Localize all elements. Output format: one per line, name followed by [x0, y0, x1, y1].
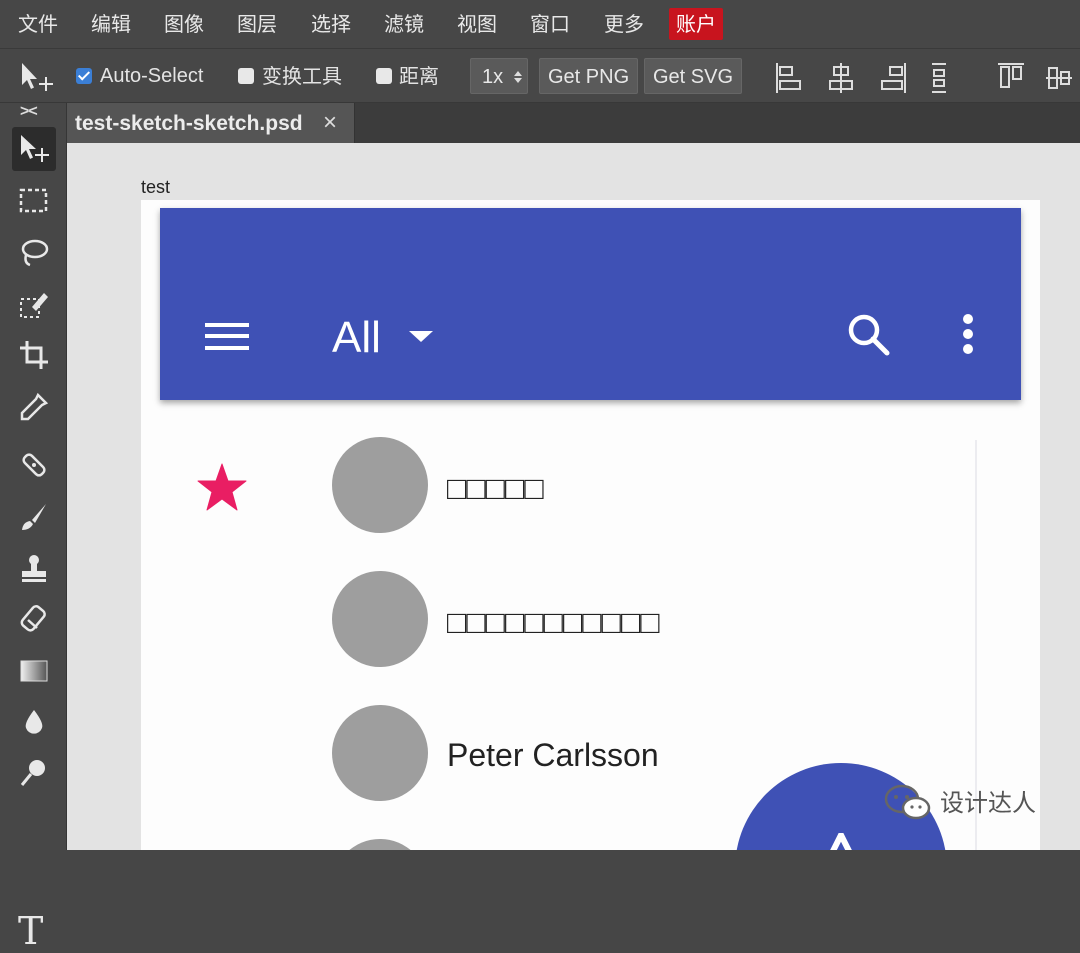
move-icon [21, 135, 49, 162]
distance-label: 距离 [399, 64, 439, 88]
distribute-vertical-icon[interactable] [924, 61, 954, 95]
add-icon [830, 833, 852, 850]
menu-filter[interactable]: 滤镜 [377, 8, 431, 40]
scale-value: 1x [482, 66, 504, 88]
dodge-tool[interactable] [12, 751, 56, 795]
move-tool-options-icon[interactable] [16, 59, 56, 93]
search-icon[interactable] [846, 312, 892, 358]
document-tab-label: test-sketch-sketch.psd [75, 112, 303, 135]
artboard-label: test [141, 177, 171, 197]
lasso-tool[interactable] [12, 231, 56, 275]
menu-image[interactable]: 图像 [157, 8, 211, 40]
drop-icon [25, 710, 43, 734]
transform-tool-checkbox[interactable] [238, 68, 254, 84]
menu-layer[interactable]: 图层 [230, 8, 284, 40]
align-right-icon[interactable] [878, 61, 908, 95]
move-tool[interactable] [12, 127, 56, 171]
lasso-icon [21, 239, 49, 267]
marquee-tool[interactable] [12, 179, 56, 223]
crop-tool[interactable] [12, 333, 56, 377]
document-tab-bar: test-sketch-sketch.psd × [67, 103, 1080, 143]
contact-avatar[interactable] [332, 839, 428, 850]
distance-checkbox[interactable] [376, 68, 392, 84]
collapse-panel-button[interactable]: >< [20, 103, 38, 121]
auto-select-label: Auto-Select [100, 65, 204, 87]
watermark-text: 设计达人 [940, 789, 1036, 817]
stamp-tool[interactable] [12, 547, 56, 591]
eraser-tool[interactable] [12, 597, 56, 641]
quick-select-icon [20, 293, 48, 318]
star-icon[interactable] [196, 462, 248, 514]
bandage-icon [22, 453, 46, 477]
get-svg-button[interactable]: Get SVG [644, 58, 743, 94]
brush-icon [22, 504, 46, 530]
quick-select-tool[interactable] [12, 283, 56, 327]
transform-tool-label: 变换工具 [262, 64, 342, 88]
menu-view[interactable]: 视图 [450, 8, 504, 40]
gradient-icon [20, 660, 48, 682]
gradient-tool[interactable] [12, 649, 56, 693]
options-bar: Auto-Select 变换工具 距离 1x Get PNG Get SVG [0, 49, 1080, 103]
menu-account[interactable]: 账户 [669, 8, 723, 40]
align-center-icon[interactable] [826, 61, 856, 95]
wechat-icon [884, 784, 931, 820]
menu-window[interactable]: 窗口 [523, 8, 577, 40]
align-middle-icon[interactable] [1044, 61, 1074, 95]
contact-avatar[interactable] [332, 571, 428, 667]
align-left-icon[interactable] [774, 61, 804, 95]
menu-edit[interactable]: 编辑 [84, 8, 138, 40]
eyedropper-tool[interactable] [12, 385, 56, 429]
blur-tool[interactable] [12, 701, 56, 745]
watermark: 设计达人 [882, 783, 1036, 823]
menu-more[interactable]: 更多 [597, 8, 651, 40]
type-tool[interactable]: T [18, 909, 43, 953]
hamburger-menu-icon[interactable] [205, 322, 251, 352]
artboard[interactable]: All □□□□□ □□□□□□□□□□□ Peter Carlsson [141, 200, 1040, 850]
close-tab-icon[interactable]: × [323, 109, 337, 137]
contact-name[interactable]: □□□□□ [447, 468, 544, 508]
healing-tool[interactable] [12, 443, 56, 487]
eraser-icon [20, 605, 46, 632]
menu-file[interactable]: 文件 [11, 8, 65, 40]
contact-name[interactable]: Peter Carlsson [447, 735, 659, 775]
filter-dropdown-label[interactable]: All [332, 312, 381, 364]
align-top-icon[interactable] [996, 61, 1026, 95]
contact-avatar[interactable] [332, 437, 428, 533]
tools-panel: >< T [0, 103, 67, 953]
contact-name[interactable]: □□□□□□□□□□□ [447, 602, 660, 642]
crop-icon [20, 341, 48, 369]
dodge-icon [20, 760, 45, 786]
dropdown-arrow-icon[interactable] [409, 331, 433, 342]
brush-tool[interactable] [12, 495, 56, 539]
document-tab[interactable]: test-sketch-sketch.psd × [67, 103, 355, 143]
stepper-arrows-icon [514, 71, 522, 83]
stamp-icon [22, 555, 46, 582]
scale-stepper[interactable]: 1x [470, 58, 528, 94]
contact-avatar[interactable] [332, 705, 428, 801]
more-vert-icon[interactable] [960, 314, 976, 354]
app-bar: All [160, 208, 1021, 400]
canvas-area[interactable]: test All □□□□□ □□□□□□□□□□□ Peter Carlsso… [67, 143, 1080, 850]
get-png-button[interactable]: Get PNG [539, 58, 639, 94]
eyedropper-icon [20, 392, 49, 421]
auto-select-checkbox[interactable] [76, 68, 92, 84]
marquee-icon [19, 188, 48, 213]
menu-bar: 文件 编辑 图像 图层 选择 滤镜 视图 窗口 更多 账户 [0, 0, 1080, 49]
menu-select[interactable]: 选择 [304, 8, 358, 40]
